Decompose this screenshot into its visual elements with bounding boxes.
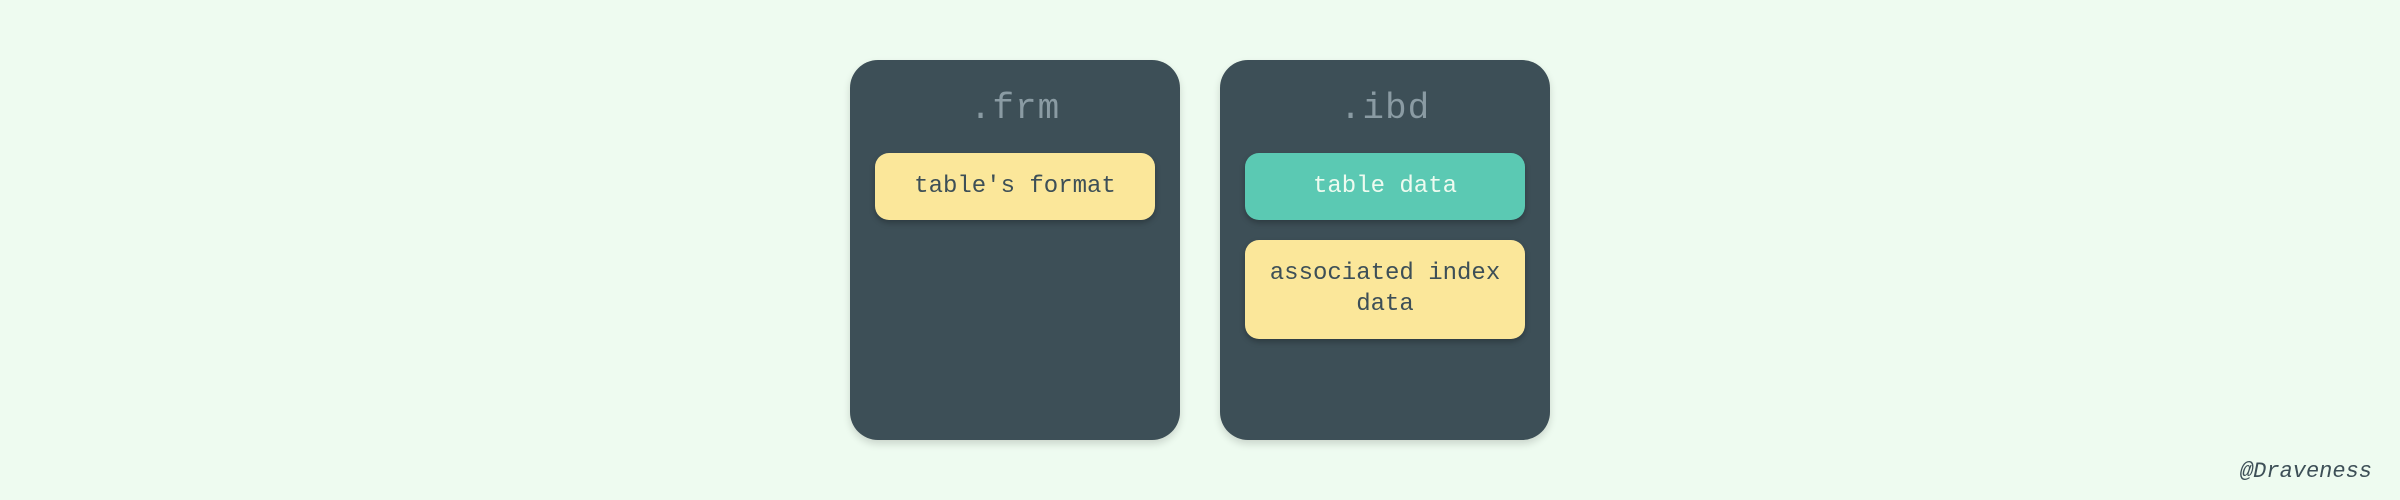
ibd-item-table-data: table data (1245, 153, 1525, 220)
frm-file-box: .frm table's format (850, 60, 1180, 440)
ibd-item-index-data: associated index data (1245, 240, 1525, 338)
attribution-text: @Draveness (2240, 459, 2372, 484)
frm-title: .frm (970, 88, 1060, 129)
frm-item-table-format: table's format (875, 153, 1155, 220)
ibd-file-box: .ibd table data associated index data (1220, 60, 1550, 440)
ibd-title: .ibd (1340, 88, 1430, 129)
